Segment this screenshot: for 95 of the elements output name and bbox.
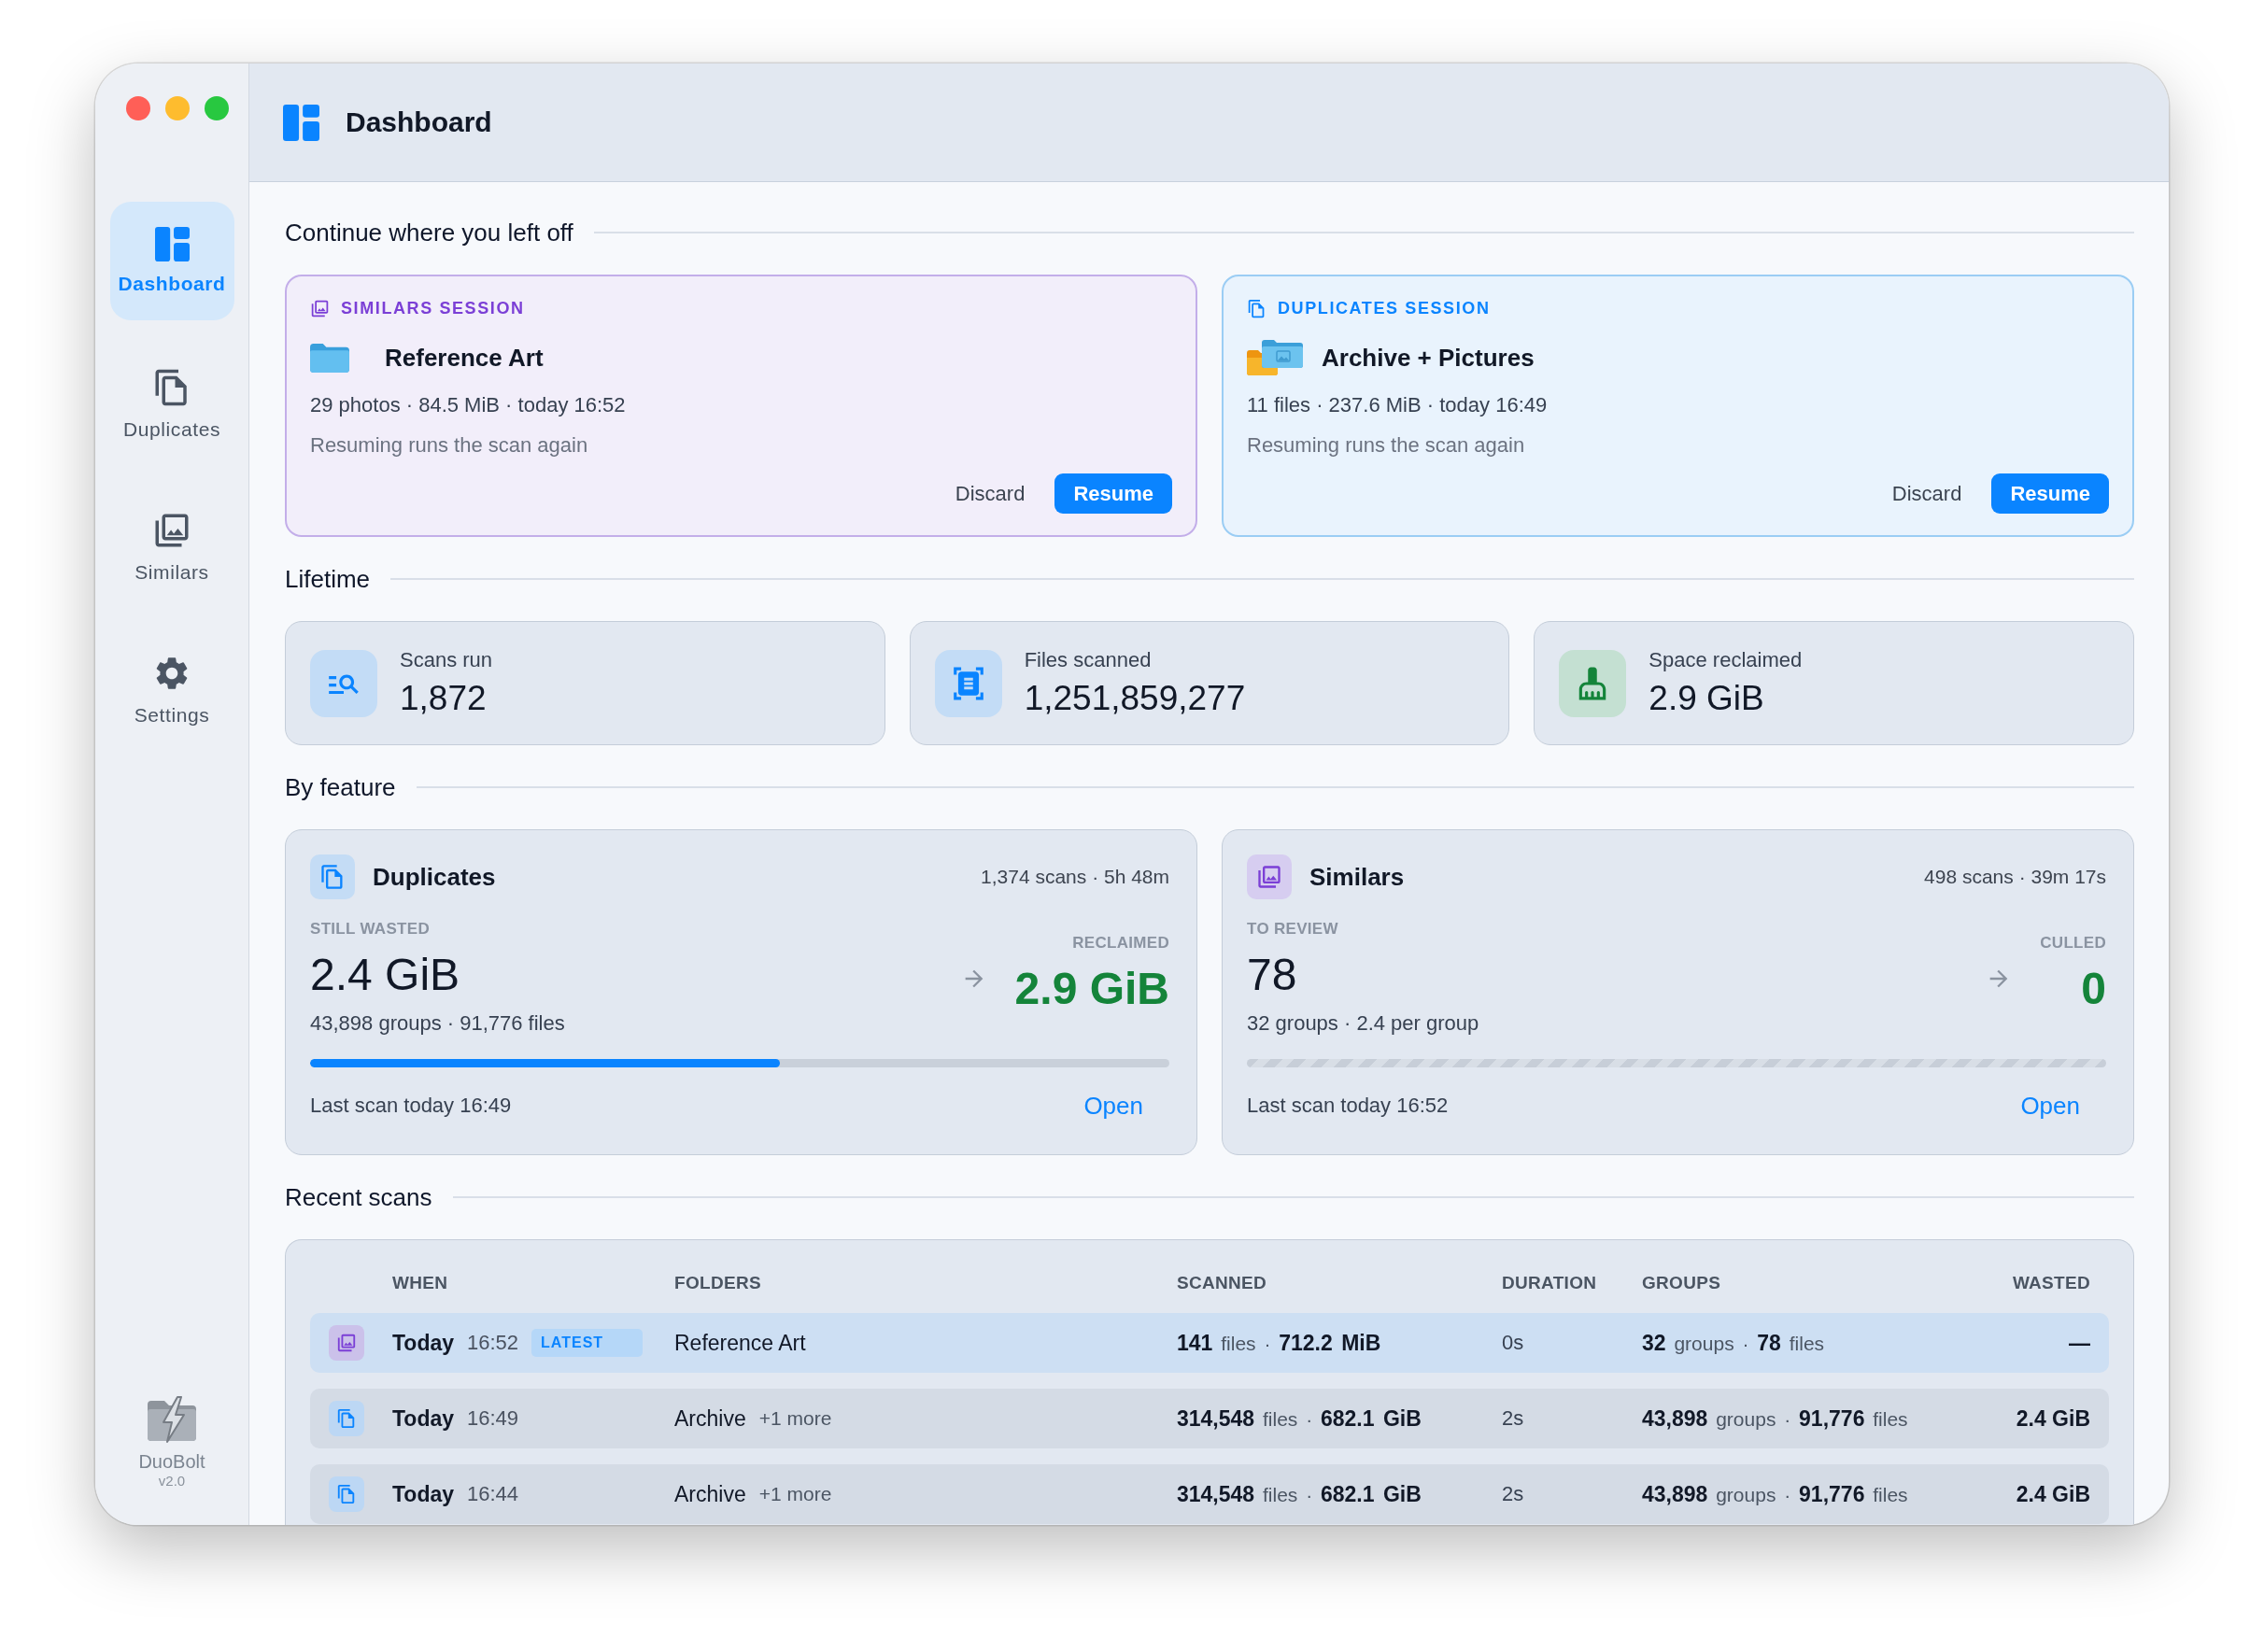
feature-summary: 1,374 scans · 5h 48m <box>981 866 1169 888</box>
session-name: Reference Art <box>385 343 544 373</box>
folder-pair-icon <box>1247 340 1303 375</box>
day-label: Today <box>392 1405 455 1432</box>
file-copy-icon <box>310 854 355 899</box>
table-cell: 2s <box>1502 1406 1524 1431</box>
session-hint: Resuming runs the scan again <box>1247 432 1526 459</box>
table-row[interactable]: Today 16:49 Archive +1 more 314,548 files · 682.1 GiB 2s 43,898 groups · 91,776 files 2.4 GiB <box>310 1389 2109 1448</box>
zoom-button[interactable] <box>205 96 229 120</box>
photo-stack-icon <box>310 298 330 318</box>
session-type-label: DUPLICATES SESSION <box>1278 298 1491 319</box>
dashboard-icon <box>283 104 319 141</box>
discard-button[interactable]: Discard <box>953 477 1027 510</box>
table-cell: 0s <box>1502 1331 1524 1355</box>
close-button[interactable] <box>126 96 150 120</box>
page-title: Dashboard <box>346 106 492 138</box>
section-title: Recent scans <box>285 1182 432 1213</box>
section-title: Continue where you left off <box>285 218 573 248</box>
time-label: 16:49 <box>467 1406 519 1431</box>
folder-icon <box>310 343 349 373</box>
dashboard-icon <box>154 227 190 261</box>
time-label: 16:52 <box>467 1331 519 1355</box>
sidebar-item[interactable]: Duplicates <box>109 345 234 463</box>
broom-icon <box>1559 649 1627 717</box>
column-header: GROUPS <box>1642 1272 1721 1294</box>
sidebar-item[interactable]: Similars <box>109 487 234 606</box>
file-copy-icon <box>329 1476 364 1512</box>
search-list-icon <box>310 649 377 717</box>
session-hint: Resuming runs the scan again <box>310 432 589 459</box>
metric-value: 2.9 GiB <box>1014 963 1169 1015</box>
table-cell: 2.4 GiB <box>2016 1405 2090 1432</box>
resume-button[interactable]: Resume <box>1054 473 1172 514</box>
metric-label: TO REVIEW <box>1247 919 1338 939</box>
day-label: Today <box>392 1481 455 1507</box>
photo-stack-icon <box>1247 854 1292 899</box>
file-copy-icon <box>329 1401 364 1436</box>
table-cell: 43,898 groups · 91,776 files <box>1642 1481 1908 1507</box>
metric-detail: 43,898 groups · 91,776 files <box>310 1010 565 1037</box>
session-meta: 11 files · 237.6 MiB · today 16:49 <box>1247 392 1549 418</box>
table-cell: — <box>2069 1330 2090 1356</box>
table-cell: 314,548 files · 682.1 GiB <box>1177 1481 1422 1507</box>
metric-value: 0 <box>2081 963 2106 1015</box>
stat-value: 1,251,859,277 <box>1024 678 1246 719</box>
metric-label: RECLAIMED <box>1072 933 1169 953</box>
table-cell: 2s <box>1502 1482 1524 1506</box>
folder-name: Archive <box>674 1405 746 1432</box>
app-name: DuoBolt <box>138 1450 205 1473</box>
section-title: By feature <box>285 772 396 803</box>
latest-badge: LATEST <box>531 1329 644 1357</box>
table-cell: 43,898 groups · 91,776 files <box>1642 1405 1908 1432</box>
table-cell: 141 files · 712.2 MiB <box>1177 1330 1381 1356</box>
column-header: SCANNED <box>1177 1272 1267 1294</box>
photo-stack-icon <box>329 1325 364 1361</box>
folder-name: Archive <box>674 1481 746 1507</box>
table-cell: 2.4 GiB <box>2016 1481 2090 1507</box>
app-version: v2.0 <box>158 1473 186 1490</box>
resume-button[interactable]: Resume <box>1991 473 2109 514</box>
folder-bolt-icon <box>146 1396 198 1443</box>
feature-summary: 498 scans · 39m 17s <box>1924 866 2106 888</box>
stat-value: 2.9 GiB <box>1648 678 1764 719</box>
metric-label: STILL WASTED <box>310 919 430 939</box>
discard-button[interactable]: Discard <box>1889 477 1964 510</box>
sidebar-item[interactable]: Settings <box>109 630 234 749</box>
stat-value: 1,872 <box>400 678 487 719</box>
day-label: Today <box>392 1330 455 1356</box>
column-header: WHEN <box>392 1272 448 1294</box>
stat-label: Space reclaimed <box>1648 647 1803 673</box>
session-name: Archive + Pictures <box>1322 343 1535 373</box>
metric-label: CULLED <box>2040 933 2106 953</box>
stat-label: Files scanned <box>1024 647 1152 673</box>
column-header: DURATION <box>1502 1272 1597 1294</box>
stat-label: Scans run <box>400 647 493 673</box>
session-type-label: SIMILARS SESSION <box>341 298 525 319</box>
feature-title: Duplicates <box>373 862 496 892</box>
file-copy-icon <box>1247 298 1266 318</box>
last-scan-text: Last scan today 16:49 <box>310 1094 512 1118</box>
table-row[interactable]: Today 16:52 LATEST Reference Art 141 files · 712.2 MiB 0s 32 groups · 78 files — <box>310 1313 2109 1373</box>
last-scan-text: Last scan today 16:52 <box>1247 1094 1449 1118</box>
more-label: +1 more <box>758 1483 832 1505</box>
feature-title: Similars <box>1309 862 1405 892</box>
minimize-button[interactable] <box>165 96 190 120</box>
session-meta: 29 photos · 84.5 MiB · today 16:52 <box>310 392 627 418</box>
more-label: +1 more <box>758 1407 832 1430</box>
metric-value: 2.4 GiB <box>310 949 460 1001</box>
metric-value: 78 <box>1247 949 1297 1001</box>
metric-detail: 32 groups · 2.4 per group <box>1247 1010 1479 1037</box>
section-title: Lifetime <box>285 564 371 595</box>
column-header: FOLDERS <box>674 1272 761 1294</box>
table-cell: 314,548 files · 682.1 GiB <box>1177 1405 1422 1432</box>
document-scan-icon <box>934 649 1002 717</box>
folder-name: Reference Art <box>674 1330 806 1356</box>
time-label: 16:44 <box>467 1482 519 1506</box>
table-row[interactable]: Today 16:44 Archive +1 more 314,548 files · 682.1 GiB 2s 43,898 groups · 91,776 files 2.4 GiB <box>310 1464 2109 1524</box>
column-header: WASTED <box>2012 1272 2090 1294</box>
table-cell: 32 groups · 78 files <box>1642 1330 1825 1356</box>
